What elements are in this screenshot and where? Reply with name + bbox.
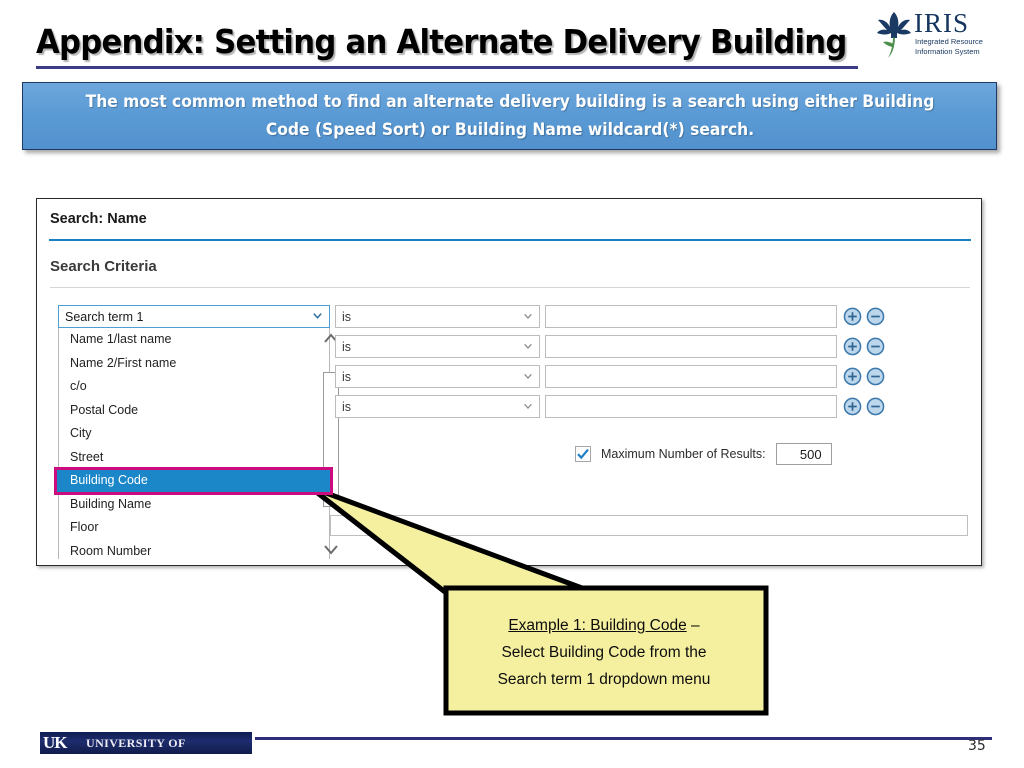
callout-line-2: Select Building Code from the bbox=[501, 644, 707, 661]
criteria-value-input[interactable] bbox=[545, 305, 837, 328]
search-criteria-title: Search Criteria bbox=[50, 258, 157, 275]
dropdown-option[interactable]: Floor bbox=[59, 516, 329, 540]
criteria-value-input[interactable] bbox=[545, 365, 837, 388]
minus-circle-icon[interactable] bbox=[866, 307, 885, 326]
plus-circle-icon[interactable] bbox=[843, 397, 862, 416]
operator-select-value: is bbox=[342, 309, 352, 324]
max-results-row: Maximum Number of Results: 500 bbox=[575, 443, 832, 465]
dropdown-option[interactable]: Room Number bbox=[59, 540, 329, 564]
dropdown-option[interactable]: c/o bbox=[59, 375, 329, 399]
operator-select[interactable]: is bbox=[335, 395, 540, 418]
row-action-buttons bbox=[843, 337, 893, 357]
banner-text: The most common method to find an altern… bbox=[85, 92, 934, 139]
operator-select-value: is bbox=[342, 339, 352, 354]
search-term-dropdown-list[interactable]: Name 1/last name Name 2/First name c/o P… bbox=[54, 328, 333, 559]
criteria-value-input[interactable] bbox=[545, 335, 837, 358]
operator-select[interactable]: is bbox=[335, 365, 540, 388]
dropdown-option-building-code[interactable]: Building Code bbox=[54, 467, 333, 495]
callout-banner: The most common method to find an altern… bbox=[22, 82, 997, 150]
minus-circle-icon[interactable] bbox=[866, 397, 885, 416]
dropdown-option[interactable]: Building Name bbox=[59, 493, 329, 517]
panel-header-title: Search: Name bbox=[50, 211, 147, 227]
dropdown-option[interactable]: Name 1/last name bbox=[59, 328, 329, 352]
criteria-value-input[interactable] bbox=[545, 395, 837, 418]
operator-select-value: is bbox=[342, 399, 352, 414]
search-term-select[interactable]: Search term 1 bbox=[58, 305, 330, 328]
callout-line-1: Example 1: Building Code – bbox=[452, 612, 756, 639]
max-results-label: Maximum Number of Results: bbox=[601, 447, 766, 461]
search-term-select-value: Search term 1 bbox=[65, 309, 144, 324]
row-action-buttons bbox=[843, 367, 893, 387]
title-underline-rule bbox=[36, 66, 858, 69]
chevron-down-icon bbox=[524, 403, 532, 410]
dropdown-option[interactable]: Name 2/First name bbox=[59, 352, 329, 376]
iris-subtitle: Integrated Resource Information System bbox=[915, 37, 983, 56]
chevron-down-icon bbox=[524, 373, 532, 380]
dropdown-option[interactable]: City bbox=[59, 422, 329, 446]
row-action-buttons bbox=[843, 307, 893, 327]
uk-logo: UK UNIVERSITY OF KENTUCKY bbox=[40, 732, 252, 754]
iris-wordmark: IRIS bbox=[914, 8, 970, 38]
minus-circle-icon[interactable] bbox=[866, 367, 885, 386]
operator-select-value: is bbox=[342, 369, 352, 384]
uk-name: UNIVERSITY OF KENTUCKY bbox=[86, 736, 186, 754]
callout-text: Example 1: Building Code – Select Buildi… bbox=[452, 612, 756, 693]
iris-flower-icon bbox=[877, 12, 911, 58]
page-number: 35 bbox=[968, 738, 986, 754]
row-action-buttons bbox=[843, 397, 893, 417]
callout-line-1-tail: – bbox=[686, 617, 700, 634]
operator-select[interactable]: is bbox=[335, 305, 540, 328]
iris-logo: IRIS Integrated Resource Information Sys… bbox=[872, 6, 990, 68]
callout-line-1-underlined: Example 1: Building Code bbox=[508, 617, 687, 634]
dropdown-option[interactable]: Street bbox=[59, 446, 329, 470]
uk-monogram: UK bbox=[43, 733, 67, 752]
minus-circle-icon[interactable] bbox=[866, 337, 885, 356]
operator-select[interactable]: is bbox=[335, 335, 540, 358]
plus-circle-icon[interactable] bbox=[843, 337, 862, 356]
page-title: Appendix: Setting an Alternate Delivery … bbox=[36, 22, 847, 61]
plus-circle-icon[interactable] bbox=[843, 367, 862, 386]
panel-header-rule bbox=[49, 239, 971, 241]
search-criteria-divider bbox=[50, 287, 970, 288]
callout-line-3: Search term 1 dropdown menu bbox=[497, 671, 711, 688]
footer-rule bbox=[255, 737, 992, 740]
max-results-value[interactable]: 500 bbox=[775, 443, 832, 465]
plus-circle-icon[interactable] bbox=[843, 307, 862, 326]
max-results-checkbox[interactable] bbox=[575, 446, 591, 462]
checkmark-icon bbox=[577, 448, 589, 460]
chevron-down-icon bbox=[524, 343, 532, 350]
chevron-down-icon bbox=[524, 313, 532, 320]
dropdown-option[interactable]: Postal Code bbox=[59, 399, 329, 423]
chevron-down-icon bbox=[313, 313, 322, 319]
